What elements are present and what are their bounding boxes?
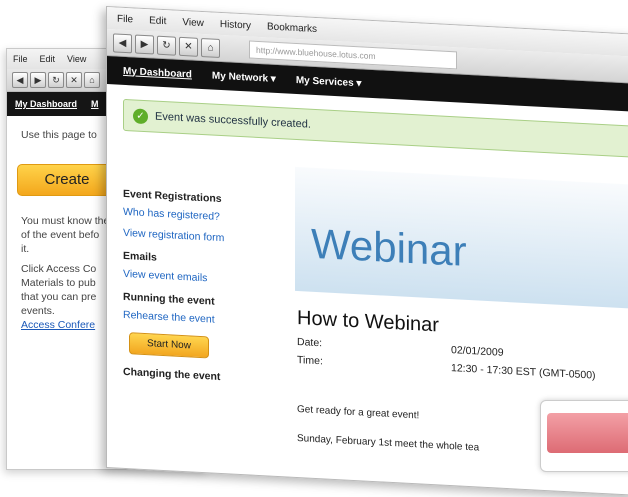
menu-file[interactable]: File <box>13 54 28 64</box>
menu-view[interactable]: View <box>67 54 86 64</box>
forward-icon[interactable]: ▶ <box>135 34 154 55</box>
date-value: 02/01/2009 <box>451 344 504 359</box>
stop-icon[interactable]: ✕ <box>179 36 198 57</box>
banner-title: Webinar <box>311 219 467 275</box>
rehearse-event-link[interactable]: Rehearse the event <box>123 309 263 329</box>
changing-heading: Changing the event <box>123 365 221 383</box>
nav-my-dashboard[interactable]: My Dashboard <box>123 65 192 80</box>
nav-my-network[interactable]: My Network ▾ <box>212 70 276 84</box>
view-event-emails-link[interactable]: View event emails <box>123 268 263 288</box>
reload-icon[interactable]: ↻ <box>157 35 176 56</box>
stop-icon[interactable]: ✕ <box>66 72 82 88</box>
event-sidebar: Event Registrations Who has registered? … <box>123 178 263 391</box>
time-label: Time: <box>297 354 323 368</box>
nav-my-services[interactable]: My Services ▾ <box>296 74 362 88</box>
webinar-banner: Webinar <box>295 166 628 310</box>
nav-my-dashboard[interactable]: My Dashboard <box>15 99 77 109</box>
create-button[interactable]: Create <box>17 164 117 196</box>
check-icon: ✓ <box>133 107 148 124</box>
reload-icon[interactable]: ↻ <box>48 72 64 88</box>
forward-icon[interactable]: ▶ <box>30 72 46 88</box>
back-icon[interactable]: ◀ <box>12 72 28 88</box>
menu-history[interactable]: History <box>220 18 251 31</box>
emails-heading: Emails <box>123 249 157 264</box>
running-heading: Running the event <box>123 290 215 308</box>
menu-file[interactable]: File <box>117 13 133 25</box>
date-label: Date: <box>297 336 323 350</box>
menu-edit[interactable]: Edit <box>149 15 166 27</box>
menu-edit[interactable]: Edit <box>40 54 56 64</box>
start-now-button[interactable]: Start Now <box>129 332 209 359</box>
overlay-card <box>540 400 628 472</box>
nav-next[interactable]: M <box>91 99 99 109</box>
view-registration-form-link[interactable]: View registration form <box>123 227 263 247</box>
overlay-card-button[interactable] <box>547 413 628 453</box>
menu-view[interactable]: View <box>182 17 204 29</box>
success-message: Event was successfully created. <box>155 110 311 131</box>
back-icon[interactable]: ◀ <box>113 32 132 53</box>
menu-bookmarks[interactable]: Bookmarks <box>267 21 317 35</box>
access-conference-link[interactable]: Access Confere <box>21 319 95 331</box>
success-message-bar: ✓ Event was successfully created. <box>123 98 628 159</box>
who-registered-link[interactable]: Who has registered? <box>123 206 263 226</box>
time-value: 12:30 - 17:30 EST (GMT-0500) <box>451 362 596 382</box>
registrations-heading: Event Registrations <box>123 187 222 206</box>
home-icon[interactable]: ⌂ <box>84 72 100 88</box>
home-icon[interactable]: ⌂ <box>201 37 220 58</box>
